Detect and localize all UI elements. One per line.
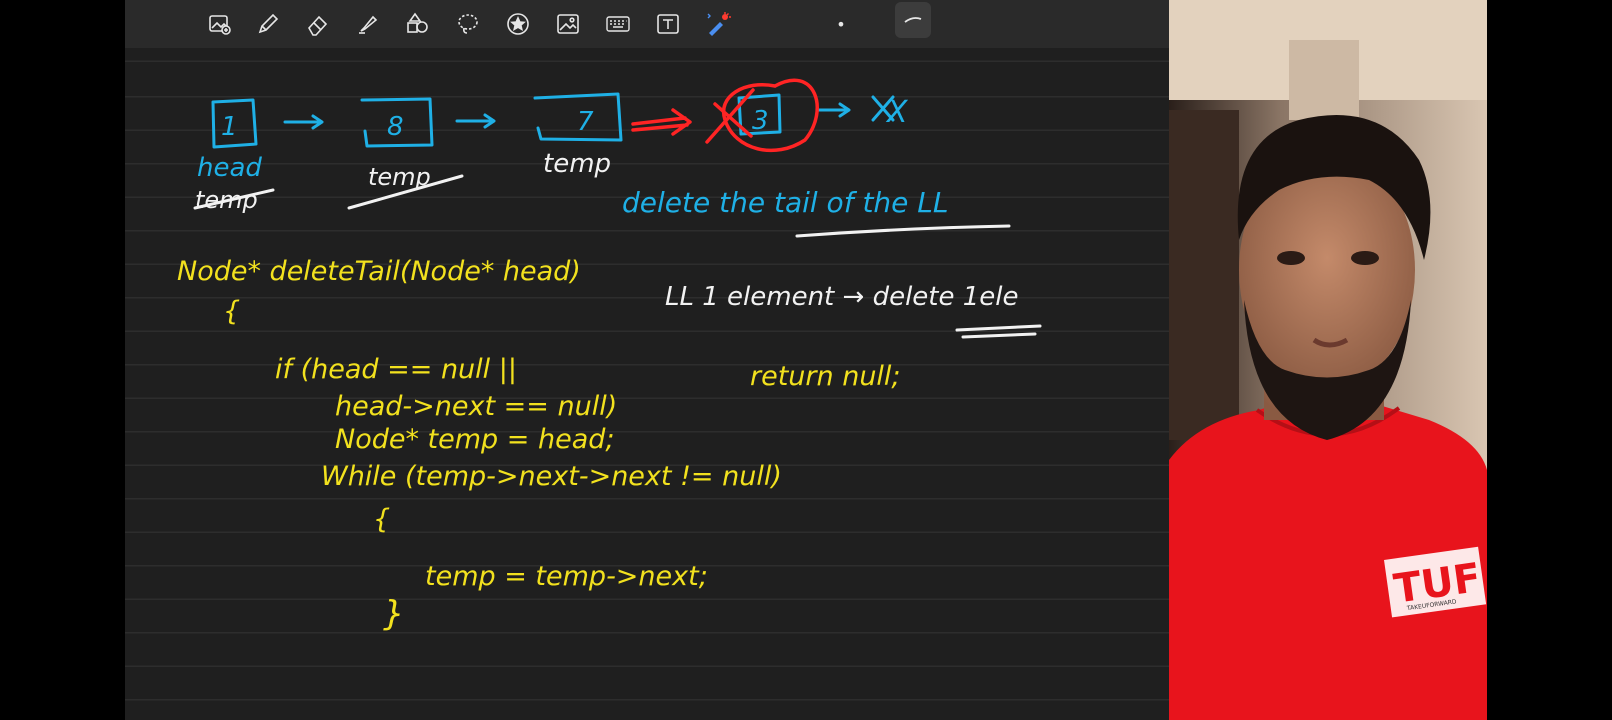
- node-value: 1: [221, 112, 238, 142]
- while-close-brace: }: [383, 594, 405, 634]
- arrow-1: [283, 114, 324, 130]
- node-value: 8: [387, 112, 404, 142]
- red-arrow: [631, 108, 692, 136]
- if-condition-line2: head->next == null): [335, 391, 617, 422]
- presenter-image: TUF TAKEUFORWARD: [1169, 0, 1487, 720]
- arrow-4: [816, 102, 851, 118]
- temp-declaration: Node* temp = head;: [335, 424, 614, 455]
- node-value: 3: [752, 106, 769, 136]
- app-frame: • 1 8 7 3 X head delete the tail of the …: [0, 0, 1612, 720]
- presenter-video: TUF TAKEUFORWARD: [1169, 0, 1487, 720]
- temp-label: temp: [543, 149, 611, 179]
- list-end-label: X: [885, 95, 909, 130]
- if-condition-line1: if (head == null ||: [275, 354, 517, 385]
- loop-body: temp = temp->next;: [425, 561, 708, 592]
- notes-canvas[interactable]: • 1 8 7 3 X head delete the tail of the …: [125, 0, 1169, 720]
- handwritten-notes: 1 8 7 3 X head delete the tail of the LL…: [177, 78, 1042, 634]
- while-open-brace: {: [373, 504, 390, 535]
- notes-heading: delete the tail of the LL: [622, 186, 949, 219]
- node-value: 7: [577, 107, 594, 137]
- head-label: head: [197, 153, 262, 183]
- side-note: LL 1 element → delete 1ele: [665, 282, 1019, 312]
- red-circle: [721, 78, 819, 153]
- underline: [795, 224, 1011, 238]
- open-brace: {: [223, 296, 240, 327]
- return-statement: return null;: [750, 361, 901, 392]
- while-condition: While (temp->next->next != null): [321, 461, 782, 492]
- function-signature: Node* deleteTail(Node* head): [177, 256, 581, 287]
- underline: [955, 324, 1042, 339]
- arrow-2: [455, 113, 496, 129]
